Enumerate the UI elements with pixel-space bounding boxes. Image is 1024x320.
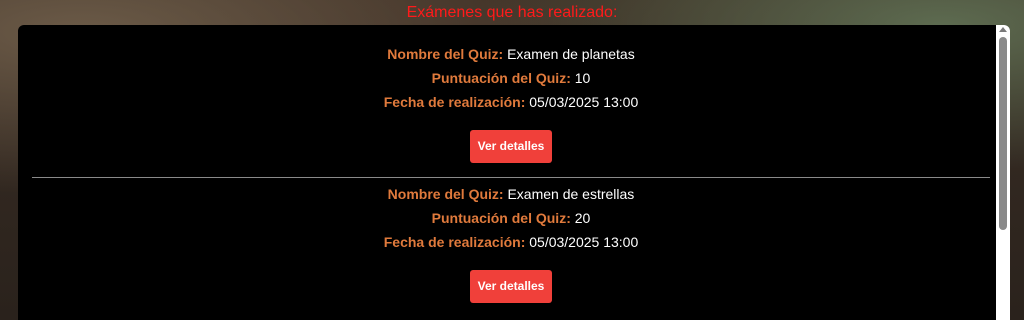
quiz-date-value: 05/03/2025 13:00 bbox=[529, 94, 639, 110]
entry-divider bbox=[32, 177, 990, 178]
quiz-name-label: Nombre del Quiz: bbox=[387, 186, 504, 202]
scrollbar-thumb[interactable] bbox=[999, 37, 1007, 230]
quiz-score-row: Puntuación del Quiz: 10 bbox=[32, 66, 990, 90]
quiz-entry: Nombre del Quiz: Examen de estrellas Pun… bbox=[32, 182, 990, 303]
view-details-button[interactable]: Ver detalles bbox=[470, 130, 552, 163]
quiz-date-value: 05/03/2025 13:00 bbox=[529, 234, 639, 250]
quiz-name-label: Nombre del Quiz: bbox=[387, 46, 504, 62]
quiz-score-row: Puntuación del Quiz: 20 bbox=[32, 206, 990, 230]
quiz-name-value: Examen de planetas bbox=[507, 46, 635, 62]
quiz-score-label: Puntuación del Quiz: bbox=[431, 70, 571, 86]
view-details-button[interactable]: Ver detalles bbox=[470, 270, 552, 303]
quiz-date-label: Fecha de realización: bbox=[383, 234, 526, 250]
quiz-entry: Nombre del Quiz: Examen de planetas Punt… bbox=[32, 25, 990, 163]
vertical-scrollbar[interactable] bbox=[996, 25, 1010, 320]
quiz-date-label: Fecha de realización: bbox=[383, 94, 526, 110]
quiz-name-row: Nombre del Quiz: Examen de planetas bbox=[32, 42, 990, 66]
quiz-score-value: 20 bbox=[574, 210, 591, 226]
quiz-name-value: Examen de estrellas bbox=[507, 186, 635, 202]
quiz-score-value: 10 bbox=[574, 70, 591, 86]
quiz-history-panel: Nombre del Quiz: Examen de planetas Punt… bbox=[18, 25, 1010, 320]
quiz-list: Nombre del Quiz: Examen de planetas Punt… bbox=[18, 25, 996, 320]
quiz-date-row: Fecha de realización: 05/03/2025 13:00 bbox=[32, 230, 990, 254]
quiz-date-row: Fecha de realización: 05/03/2025 13:00 bbox=[32, 90, 990, 114]
quiz-name-row: Nombre del Quiz: Examen de estrellas bbox=[32, 182, 990, 206]
page-title: Exámenes que has realizado: bbox=[406, 4, 618, 21]
scroll-up-arrow-icon[interactable] bbox=[999, 27, 1007, 32]
quiz-score-label: Puntuación del Quiz: bbox=[431, 210, 571, 226]
